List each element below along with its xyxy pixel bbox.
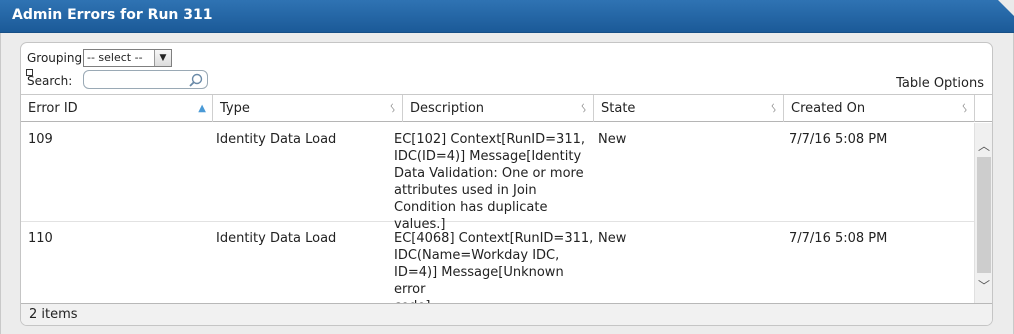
window-title: Admin Errors for Run 311 xyxy=(12,7,213,23)
column-label: Type xyxy=(220,101,250,116)
cell-type: Identity Data Load xyxy=(216,231,337,246)
column-header-state[interactable]: State ᛊ xyxy=(594,95,784,122)
description-line: attributes used in Join xyxy=(394,183,537,198)
chevron-down-icon[interactable]: ﹀ xyxy=(978,277,990,294)
grouping-label: Grouping: xyxy=(27,51,87,65)
cell-error-id: 109 xyxy=(28,132,53,147)
item-count: 2 items xyxy=(29,307,78,322)
grid-panel: Grouping: -- select -- ▼ Search: Table O… xyxy=(20,42,993,326)
column-header-created-on[interactable]: Created On ᛊ xyxy=(784,95,975,122)
grouping-select[interactable]: -- select -- ▼ xyxy=(83,49,172,67)
search-label: Search: xyxy=(27,74,73,88)
grid-header: Error ID ▲ Type ᛊ Description ᛊ State ᛊ … xyxy=(21,94,992,122)
table-row[interactable]: 109 Identity Data Load EC[102] Context[R… xyxy=(21,123,974,232)
column-resize-icon[interactable]: ᛊ xyxy=(961,95,968,122)
cell-description: EC[102] Context[RunID=311, IDC(ID=4)] Me… xyxy=(394,131,594,233)
title-bar: Admin Errors for Run 311 xyxy=(0,0,1014,33)
column-label: Created On xyxy=(791,101,866,116)
description-line: EC[4068] Context[RunID=311, xyxy=(394,231,594,246)
grouping-select-value: -- select -- xyxy=(87,51,143,64)
table-row[interactable]: 110 Identity Data Load EC[4068] Context[… xyxy=(21,222,974,314)
sort-ascending-icon[interactable]: ▲ xyxy=(198,95,206,122)
title-corner xyxy=(998,0,1014,16)
column-label: Description xyxy=(410,101,485,116)
description-line: Data Validation: One or more xyxy=(394,166,584,181)
grid-footer: 2 items xyxy=(21,303,992,325)
table-options-link[interactable]: Table Options xyxy=(896,76,984,91)
column-header-type[interactable]: Type ᛊ xyxy=(213,95,403,122)
cell-created-on: 7/7/16 5:08 PM xyxy=(789,231,888,246)
scrollbar-thumb[interactable] xyxy=(977,157,991,273)
cell-created-on: 7/7/16 5:08 PM xyxy=(789,132,888,147)
cell-state: New xyxy=(598,132,627,147)
column-label: State xyxy=(601,101,636,116)
description-line: IDC(ID=4)] Message[Identity xyxy=(394,149,582,164)
cell-error-id: 110 xyxy=(28,231,53,246)
description-line: IDC(Name=Workday IDC, xyxy=(394,248,560,263)
description-line: EC[102] Context[RunID=311, xyxy=(394,132,585,147)
column-resize-icon[interactable]: ᛊ xyxy=(389,95,396,122)
search-icon[interactable] xyxy=(188,72,204,88)
cell-state: New xyxy=(598,231,627,246)
cell-type: Identity Data Load xyxy=(216,132,337,147)
column-resize-icon[interactable]: ᛊ xyxy=(770,95,777,122)
column-header-description[interactable]: Description ᛊ xyxy=(403,95,594,122)
description-line: ID=4)] Message[Unknown error xyxy=(394,265,564,297)
vertical-scrollbar[interactable]: ︿ ﹀ xyxy=(974,123,992,303)
search-input[interactable] xyxy=(83,70,208,89)
grid-body: 109 Identity Data Load EC[102] Context[R… xyxy=(21,123,992,314)
chevron-down-icon[interactable]: ▼ xyxy=(154,50,171,66)
chevron-up-icon[interactable]: ︿ xyxy=(978,137,990,154)
dialog-body: Grouping: -- select -- ▼ Search: Table O… xyxy=(0,33,1014,334)
column-label: Error ID xyxy=(28,101,78,116)
column-header-error-id[interactable]: Error ID ▲ xyxy=(21,95,213,122)
column-resize-icon[interactable]: ᛊ xyxy=(580,95,587,122)
